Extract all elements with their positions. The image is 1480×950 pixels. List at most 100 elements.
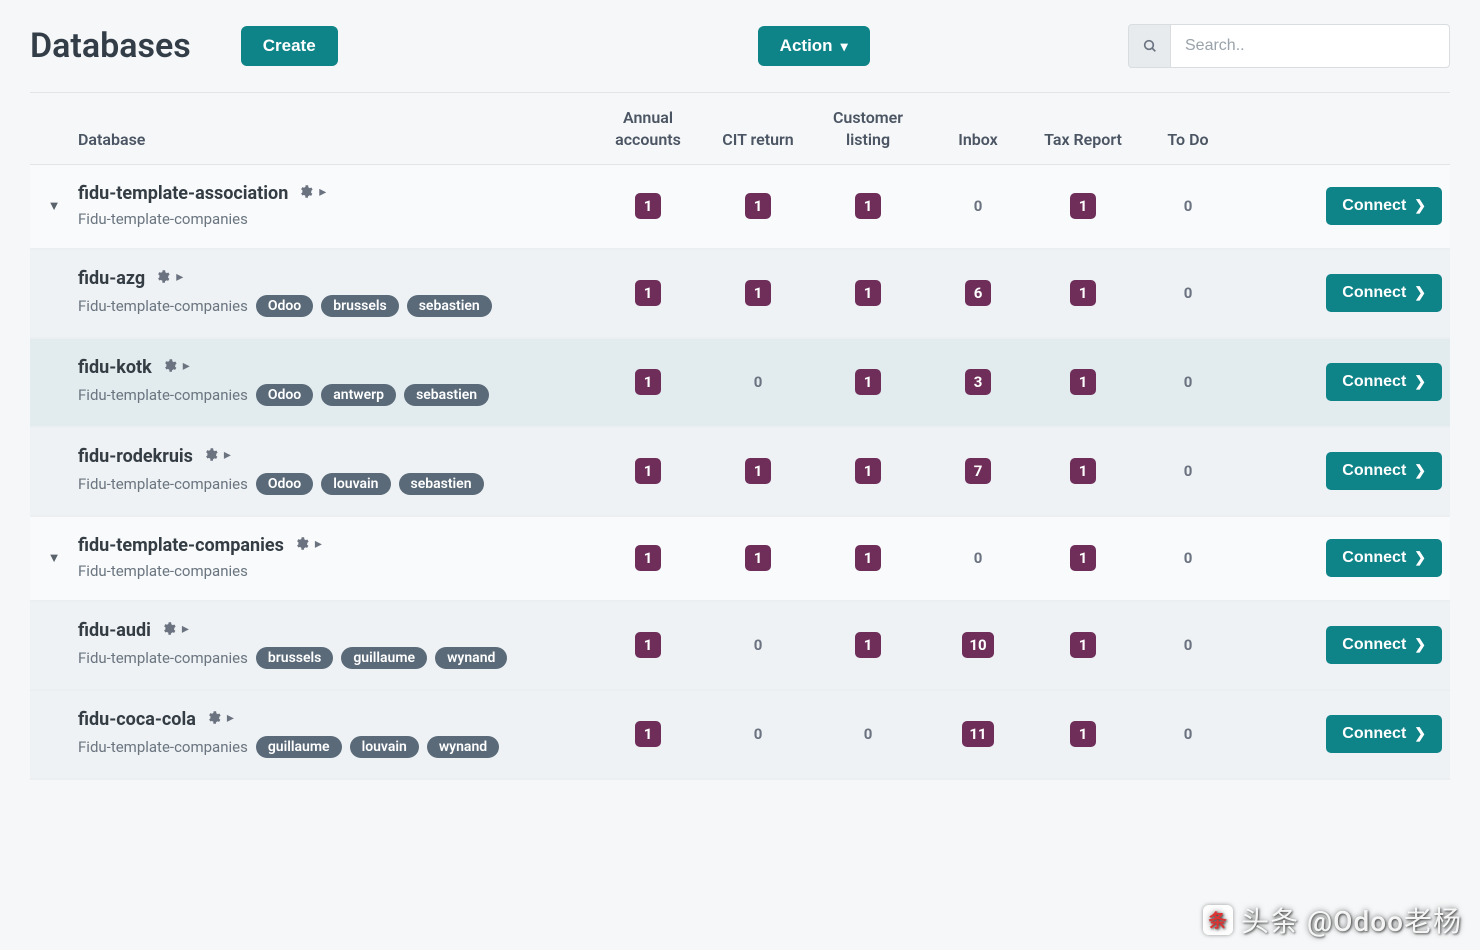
connect-button[interactable]: Connect❯ [1326, 715, 1442, 753]
count-badge[interactable]: 1 [1070, 721, 1096, 747]
count-badge[interactable]: 1 [1070, 193, 1096, 219]
gear-icon[interactable] [162, 358, 177, 377]
tag[interactable]: guillaume [256, 736, 342, 758]
tag[interactable]: sebastien [399, 473, 484, 495]
count-badge[interactable]: 11 [962, 721, 993, 747]
th-annual-accounts[interactable]: Annual accounts [588, 107, 708, 150]
count-plain[interactable]: 0 [1184, 462, 1193, 480]
count-plain[interactable]: 0 [974, 549, 983, 567]
tag[interactable]: brussels [256, 647, 334, 669]
th-cit-return[interactable]: CIT return [708, 129, 808, 151]
caret-right-icon[interactable]: ▸ [315, 536, 322, 555]
count-badge[interactable]: 3 [965, 369, 991, 395]
table-row[interactable]: fidu-rodekruis▸Fidu-template-companiesOd… [30, 428, 1450, 517]
count-badge[interactable]: 1 [855, 193, 881, 219]
count-badge[interactable]: 1 [1070, 280, 1096, 306]
connect-button[interactable]: Connect❯ [1326, 452, 1442, 490]
count-plain[interactable]: 0 [1184, 549, 1193, 567]
th-tax-report[interactable]: Tax Report [1028, 129, 1138, 151]
tag[interactable]: louvain [350, 736, 419, 758]
count-badge[interactable]: 1 [1070, 632, 1096, 658]
count-badge[interactable]: 1 [855, 545, 881, 571]
connect-button[interactable]: Connect❯ [1326, 187, 1442, 225]
table-row[interactable]: ▼fidu-template-companies▸Fidu-template-c… [30, 517, 1450, 602]
count-badge[interactable]: 1 [635, 458, 661, 484]
count-plain[interactable]: 0 [1184, 636, 1193, 654]
table-row[interactable]: fidu-azg▸Fidu-template-companiesOdoobrus… [30, 250, 1450, 339]
count-badge[interactable]: 1 [635, 721, 661, 747]
count-plain[interactable]: 0 [974, 197, 983, 215]
count-badge[interactable]: 1 [745, 545, 771, 571]
count-badge[interactable]: 1 [745, 280, 771, 306]
tag[interactable]: brussels [321, 295, 399, 317]
expand-caret[interactable]: ▼ [30, 550, 78, 566]
database-name[interactable]: fidu-coca-cola [78, 709, 196, 730]
count-badge[interactable]: 1 [855, 280, 881, 306]
tag[interactable]: wynand [427, 736, 499, 758]
search-input[interactable] [1170, 24, 1450, 68]
gear-icon[interactable] [155, 269, 170, 288]
caret-right-icon[interactable]: ▸ [224, 447, 231, 466]
table-row[interactable]: fidu-audi▸Fidu-template-companiesbrussel… [30, 602, 1450, 691]
count-plain[interactable]: 0 [1184, 373, 1193, 391]
count-badge[interactable]: 7 [965, 458, 991, 484]
count-badge[interactable]: 1 [855, 632, 881, 658]
caret-right-icon[interactable]: ▸ [182, 621, 189, 640]
count-badge[interactable]: 6 [965, 280, 991, 306]
connect-button[interactable]: Connect❯ [1326, 363, 1442, 401]
th-inbox[interactable]: Inbox [928, 129, 1028, 151]
caret-right-icon[interactable]: ▸ [319, 184, 326, 203]
expand-caret[interactable]: ▼ [30, 198, 78, 214]
database-name[interactable]: fidu-rodekruis [78, 446, 193, 467]
count-badge[interactable]: 10 [962, 632, 993, 658]
tag[interactable]: Odoo [256, 473, 313, 495]
count-badge[interactable]: 1 [1070, 458, 1096, 484]
count-plain[interactable]: 0 [1184, 284, 1193, 302]
tag[interactable]: Odoo [256, 295, 313, 317]
database-name[interactable]: fidu-template-association [78, 183, 288, 204]
connect-button[interactable]: Connect❯ [1326, 539, 1442, 577]
count-badge[interactable]: 1 [855, 369, 881, 395]
count-badge[interactable]: 1 [855, 458, 881, 484]
count-badge[interactable]: 1 [1070, 545, 1096, 571]
action-dropdown-button[interactable]: Action ▾ [758, 26, 870, 66]
tag[interactable]: guillaume [341, 647, 427, 669]
create-button[interactable]: Create [241, 26, 338, 66]
count-plain[interactable]: 0 [1184, 725, 1193, 743]
count-badge[interactable]: 1 [635, 632, 661, 658]
tag[interactable]: Odoo [256, 384, 313, 406]
count-badge[interactable]: 1 [745, 458, 771, 484]
gear-icon[interactable] [161, 621, 176, 640]
count-plain[interactable]: 0 [754, 636, 763, 654]
connect-button[interactable]: Connect❯ [1326, 274, 1442, 312]
tag[interactable]: louvain [321, 473, 390, 495]
database-name[interactable]: fidu-azg [78, 268, 145, 289]
table-row[interactable]: fidu-kotk▸Fidu-template-companiesOdooant… [30, 339, 1450, 428]
caret-right-icon[interactable]: ▸ [176, 269, 183, 288]
count-badge[interactable]: 1 [635, 280, 661, 306]
count-plain[interactable]: 0 [1184, 197, 1193, 215]
count-plain[interactable]: 0 [864, 725, 873, 743]
table-row[interactable]: ▼fidu-template-association▸Fidu-template… [30, 165, 1450, 250]
tag[interactable]: antwerp [321, 384, 396, 406]
gear-icon[interactable] [203, 447, 218, 466]
count-badge[interactable]: 1 [1070, 369, 1096, 395]
table-row[interactable]: fidu-coca-cola▸Fidu-template-companiesgu… [30, 691, 1450, 780]
database-name[interactable]: fidu-kotk [78, 357, 152, 378]
search-icon[interactable] [1128, 24, 1170, 68]
tag[interactable]: sebastien [407, 295, 492, 317]
database-name[interactable]: fidu-audi [78, 620, 151, 641]
count-badge[interactable]: 1 [745, 193, 771, 219]
count-plain[interactable]: 0 [754, 725, 763, 743]
count-badge[interactable]: 1 [635, 545, 661, 571]
caret-right-icon[interactable]: ▸ [183, 358, 190, 377]
th-customer-listing[interactable]: Customer listing [808, 107, 928, 150]
th-to-do[interactable]: To Do [1138, 129, 1238, 151]
count-badge[interactable]: 1 [635, 193, 661, 219]
tag[interactable]: sebastien [404, 384, 489, 406]
gear-icon[interactable] [206, 710, 221, 729]
database-name[interactable]: fidu-template-companies [78, 535, 284, 556]
count-plain[interactable]: 0 [754, 373, 763, 391]
gear-icon[interactable] [298, 184, 313, 203]
count-badge[interactable]: 1 [635, 369, 661, 395]
